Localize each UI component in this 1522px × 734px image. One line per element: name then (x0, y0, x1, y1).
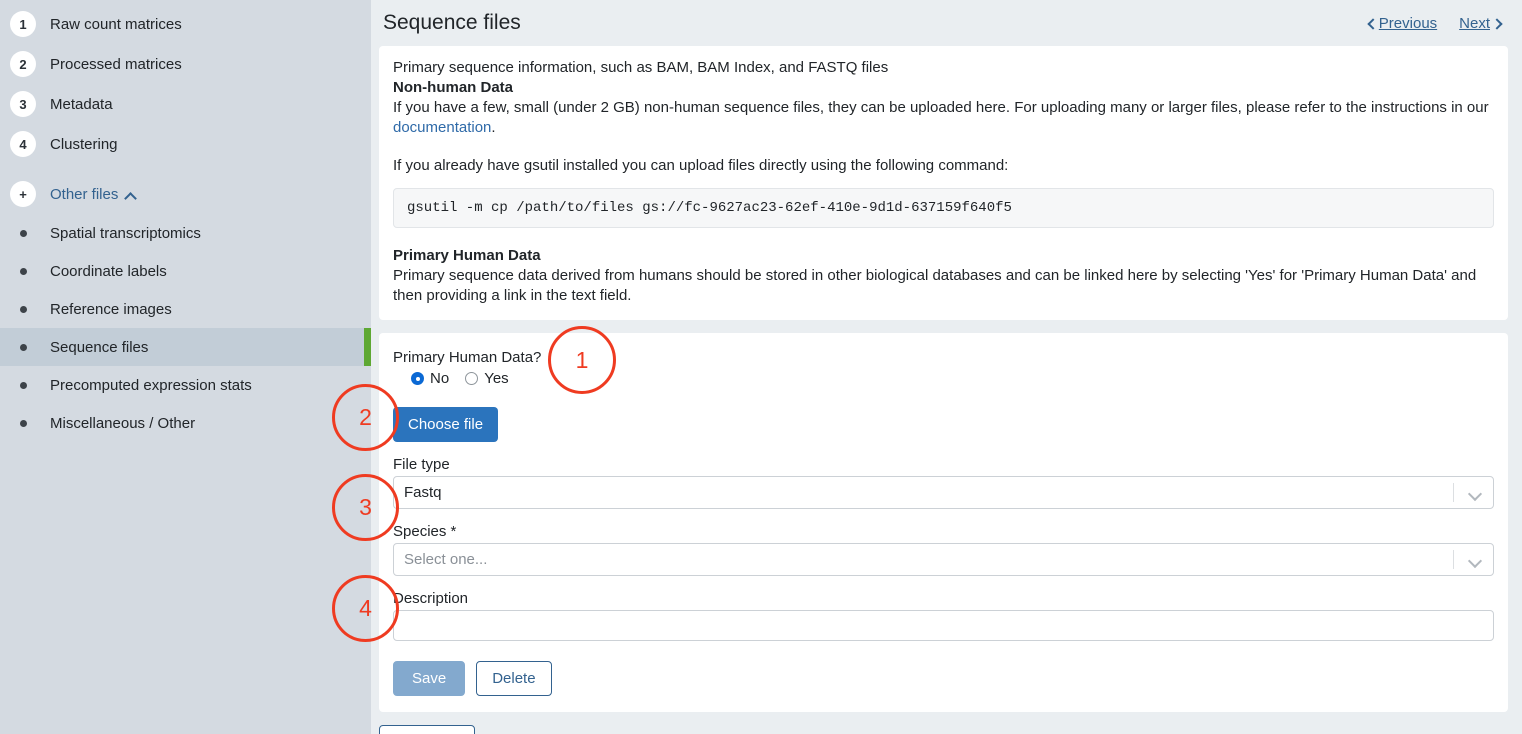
radio-no-label: No (430, 370, 450, 387)
sidebar-item-spatial-transcriptomics[interactable]: Spatial transcriptomics (0, 214, 371, 252)
sidebar-item-precomputed-expression-stats[interactable]: Precomputed expression stats (0, 366, 371, 404)
bullet-icon (10, 382, 36, 389)
bullet-icon (10, 268, 36, 275)
documentation-link[interactable]: documentation (393, 119, 491, 136)
sidebar-step-metadata[interactable]: 3 Metadata (0, 84, 371, 124)
sidebar: 1 Raw count matrices 2 Processed matrice… (0, 0, 371, 734)
intro-line-1: Primary sequence information, such as BA… (393, 59, 889, 76)
chevron-down-icon[interactable] (1465, 483, 1485, 503)
form-actions: Save Delete (393, 661, 1494, 696)
primary-human-data-paragraph: Primary sequence data derived from human… (393, 267, 1477, 304)
sidebar-item-label: Miscellaneous / Other (50, 414, 196, 432)
main-panel: Sequence files Previous Next Primary seq… (371, 0, 1522, 734)
bullet-icon (10, 344, 36, 351)
pager-nav: Previous Next (1367, 15, 1502, 32)
sidebar-step-label: Processed matrices (50, 55, 182, 73)
sidebar-item-label: Reference images (50, 300, 172, 318)
page-title: Sequence files (383, 11, 521, 34)
description-label: Description (393, 590, 469, 607)
next-link[interactable]: Next (1459, 15, 1502, 32)
intro-card: Primary sequence information, such as BA… (379, 46, 1508, 320)
sidebar-step-clustering[interactable]: 4 Clustering (0, 124, 371, 164)
radio-option-yes[interactable]: Yes (465, 370, 509, 387)
step-badge: 1 (10, 11, 36, 37)
file-type-field: File type Fastq (393, 456, 1494, 509)
non-human-text-before: If you have a few, small (under 2 GB) no… (393, 99, 1489, 116)
sidebar-other-files-row[interactable]: + Other files (0, 174, 371, 214)
sidebar-item-miscellaneous-other[interactable]: Miscellaneous / Other (0, 404, 371, 442)
file-type-label: File type (393, 456, 450, 473)
delete-button[interactable]: Delete (476, 661, 552, 696)
sidebar-item-label: Coordinate labels (50, 262, 167, 280)
annotation-marker-2: 2 (332, 384, 399, 451)
add-file-button[interactable]: + Add file (379, 725, 476, 734)
sidebar-other-files-label: Other files (50, 185, 119, 203)
sidebar-step-processed-matrices[interactable]: 2 Processed matrices (0, 44, 371, 84)
chevron-down-icon[interactable] (1465, 550, 1485, 570)
radio-option-no[interactable]: No (411, 370, 449, 387)
radio-yes-label: Yes (484, 370, 509, 387)
species-select[interactable]: Select one... (393, 543, 1494, 576)
step-badge: 3 (10, 91, 36, 117)
select-separator (1453, 483, 1454, 502)
sidebar-item-label: Spatial transcriptomics (50, 224, 201, 242)
sidebar-item-sequence-files[interactable]: Sequence files (0, 328, 371, 366)
plus-badge-icon: + (10, 181, 36, 207)
bullet-icon (10, 306, 36, 313)
step-badge: 2 (10, 51, 36, 77)
step-badge: 4 (10, 131, 36, 157)
annotation-marker-1: 1 (548, 326, 616, 394)
file-type-value: Fastq (404, 484, 442, 501)
sidebar-step-raw-count-matrices[interactable]: 1 Raw count matrices (0, 4, 371, 44)
gsutil-intro-paragraph: If you already have gsutil installed you… (393, 157, 1009, 174)
sidebar-item-coordinate-labels[interactable]: Coordinate labels (0, 252, 371, 290)
annotation-marker-4: 4 (332, 575, 399, 642)
previous-link[interactable]: Previous (1367, 15, 1437, 32)
sidebar-step-label: Clustering (50, 135, 118, 153)
non-human-data-heading: Non-human Data (393, 79, 513, 96)
choose-file-button[interactable]: Choose file (393, 407, 499, 442)
radio-yes-input[interactable] (465, 372, 479, 385)
chevron-up-icon (125, 190, 136, 201)
bullet-icon (10, 230, 36, 237)
radio-no-input[interactable] (411, 372, 424, 385)
sidebar-item-reference-images[interactable]: Reference images (0, 290, 371, 328)
sidebar-item-label: Sequence files (50, 338, 149, 356)
next-label: Next (1459, 14, 1490, 32)
sidebar-step-label: Metadata (50, 95, 113, 113)
sidebar-other-files-toggle[interactable]: Other files (50, 186, 136, 203)
species-value: Select one... (404, 551, 488, 568)
primary-human-data-heading: Primary Human Data (393, 247, 541, 264)
annotation-marker-3: 3 (332, 474, 399, 541)
select-separator (1453, 550, 1454, 569)
bullet-icon (10, 420, 36, 427)
non-human-text-after: . (491, 119, 496, 136)
species-label: Species * (393, 523, 457, 540)
app-root: 1 Raw count matrices 2 Processed matrice… (0, 0, 1522, 734)
sequence-file-form-card: Primary Human Data? No Yes Choose file F… (379, 333, 1508, 712)
topbar: Sequence files Previous Next (371, 0, 1522, 46)
file-type-select[interactable]: Fastq (393, 476, 1494, 509)
previous-label: Previous (1378, 14, 1438, 32)
gsutil-command-box[interactable]: gsutil -m cp /path/to/files gs://fc-9627… (393, 188, 1494, 228)
description-field: Description (393, 590, 1494, 641)
species-field: Species * Select one... (393, 523, 1494, 576)
chevron-left-icon (1367, 18, 1376, 29)
description-input[interactable] (393, 610, 1494, 641)
sidebar-item-label: Precomputed expression stats (50, 376, 252, 394)
non-human-data-paragraph: If you have a few, small (under 2 GB) no… (393, 98, 1494, 138)
chevron-right-icon (1493, 18, 1502, 29)
sidebar-step-label: Raw count matrices (50, 15, 182, 33)
save-button[interactable]: Save (393, 661, 466, 696)
